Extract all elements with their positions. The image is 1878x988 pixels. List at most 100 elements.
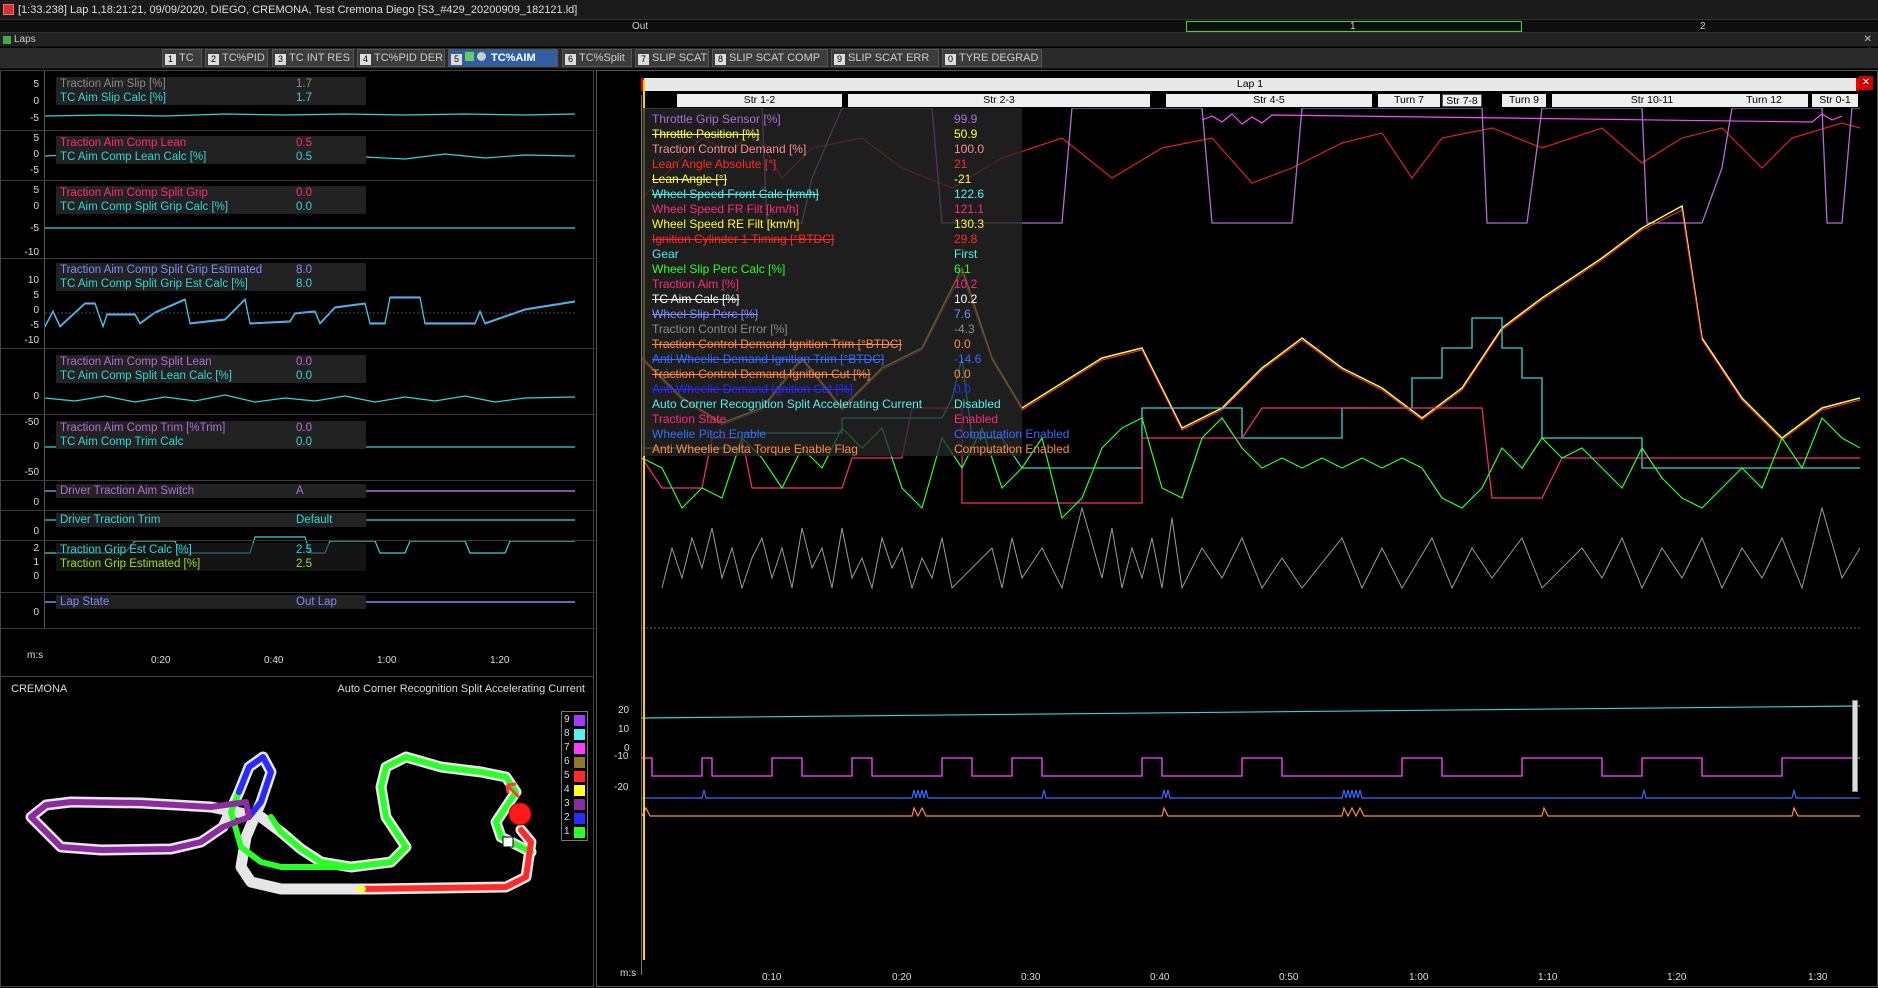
lap-strip[interactable]: Out 1 2 — [0, 20, 1878, 33]
channel-legend[interactable]: Traction Grip Est Calc [%] 2.5 Traction G… — [56, 543, 366, 571]
vertical-zoom-handle[interactable] — [1852, 700, 1858, 792]
y-tick: -5 — [30, 223, 39, 234]
y-tick: 1 — [33, 557, 39, 568]
tab-active-icon — [465, 52, 474, 61]
tab-label: SLIP SCAT ERR — [848, 52, 930, 64]
overlay-row[interactable]: Gear First — [642, 247, 1022, 262]
plot-row-10[interactable]: 0 Lap State Out Lap — [1, 593, 595, 629]
overlay-channel-value: Computation Enabled — [954, 442, 1070, 456]
channel-legend[interactable]: Lap State Out Lap — [56, 595, 366, 609]
y-tick: 10 — [618, 724, 630, 735]
channel-legend[interactable]: Traction Aim Comp Trim [%Trim] 0.0 TC Aim… — [56, 421, 366, 449]
overlay-row[interactable]: Wheelie Pitch Enable Computation Enabled — [642, 427, 1069, 442]
channel-name: Driver Traction Trim — [60, 514, 161, 526]
tab-label: SLIP SCAT — [652, 52, 708, 64]
channel-legend[interactable]: Driver Traction Aim Switch A — [56, 484, 366, 498]
tab-tc-pid-der[interactable]: 4 TC%PID DER — [357, 49, 445, 67]
y-axis: 0 — [1, 593, 45, 628]
overlay-channel-name: Throttle Grip Sensor [%] — [652, 112, 781, 126]
plot-row-7[interactable]: 0 Driver Traction Aim Switch A — [1, 481, 595, 511]
overlay-channel-name: Auto Corner Recognition Split Accelerati… — [652, 397, 923, 411]
tab-label: TC INT RES — [289, 52, 350, 64]
overlay-row[interactable]: Anti Wheelie Delta Torque Enable Flag Com… — [642, 442, 1069, 457]
tab-tc[interactable]: 1 TC — [162, 49, 202, 67]
overlay-channel-value: 10.2 — [954, 292, 978, 306]
plot-row-9[interactable]: 2 1 0 Traction Grip Est Calc [%] 2.5 Tracti… — [1, 541, 595, 593]
channel-legend[interactable]: Traction Aim Slip [%] 1.7 TC Aim Slip Cal… — [56, 77, 366, 105]
laps-bar[interactable]: Laps ✕ — [0, 33, 1878, 47]
legend-number: 4 — [564, 784, 570, 795]
overlay-row[interactable]: Anti Wheelie Demand Ignition Cut [%] 0.0 — [642, 382, 1022, 397]
segment-turn-7[interactable]: Turn 7 — [1378, 94, 1440, 107]
lap-2-label: 2 — [1700, 21, 1706, 32]
segment-str-7-8[interactable]: Str 7-8 — [1442, 94, 1482, 107]
tab-slip-scat-err[interactable]: 9 SLIP SCAT ERR — [831, 49, 939, 67]
channel-name: Traction Aim Comp Trim [%Trim] — [60, 422, 226, 434]
tab-slip-scat[interactable]: 7 SLIP SCAT — [635, 49, 709, 67]
tab-tc-int-res[interactable]: 3 TC INT RES — [272, 49, 354, 67]
plot-row-1[interactable]: 5 0 -5 Traction Aim Slip [%] 1.7 TC Aim Sli… — [1, 71, 595, 131]
plot-row-3[interactable]: 5 0 -5 -10 Traction Aim Comp Split Grip 0.0 … — [1, 181, 595, 259]
track-map-panel[interactable]: CREMONA Auto Corner Recognition Split Ac… — [0, 676, 594, 987]
channel-value-overlay[interactable]: Throttle Grip Sensor [%] 99.9 Throttle Po… — [642, 108, 1069, 457]
overlay-row[interactable]: Wheel Slip Perc Calc [%] 6.1 — [642, 262, 1022, 277]
overlay-row[interactable]: Traction Control Demand Ignition Cut [%]… — [642, 367, 1022, 382]
channel-legend[interactable]: Traction Aim Comp Split Grip 0.0 TC Aim C… — [56, 186, 366, 214]
plot-row-8[interactable]: 0 Driver Traction Trim Default — [1, 511, 595, 541]
tab-number: 5 — [451, 54, 462, 65]
overlay-row[interactable]: Traction Aim [%] 10.2 — [642, 277, 1022, 292]
overlay-row[interactable]: Wheel Speed FR Filt [km/h] 121.1 — [642, 202, 1022, 217]
segment-str-1-2[interactable]: Str 1-2 — [677, 94, 842, 107]
tab-tyre-degrad[interactable]: 0 TYRE DEGRAD — [942, 49, 1042, 67]
overlay-row[interactable]: Wheel Speed RE Filt [km/h] 130.3 — [642, 217, 1022, 232]
overlay-row[interactable]: Throttle Grip Sensor [%] 99.9 — [642, 112, 1022, 127]
left-x-axis: m:s 0:20 0:40 1:00 1:20 — [1, 649, 595, 673]
overlay-row[interactable]: Wheel Slip Perc [%] 7.6 — [642, 307, 1022, 322]
overlay-channel-name: Wheelie Pitch Enable — [652, 427, 767, 441]
segment-str-2-3[interactable]: Str 2-3 — [848, 94, 1150, 107]
left-time-plot-panel[interactable]: 5 0 -5 Traction Aim Slip [%] 1.7 TC Aim Sli… — [0, 70, 595, 680]
legend-entry: 5 — [564, 770, 586, 783]
overlay-channel-name: Anti Wheelie Delta Torque Enable Flag — [652, 442, 858, 456]
overlay-row[interactable]: Throttle Position [%] 50.9 — [642, 127, 1022, 142]
channel-legend[interactable]: Driver Traction Trim Default — [56, 513, 366, 527]
plot-row-6[interactable]: 0 -50 Traction Aim Comp Trim [%Trim] 0.0 T… — [1, 415, 595, 481]
overlay-row[interactable]: Auto Corner Recognition Split Accelerati… — [642, 397, 1022, 412]
overlay-row[interactable]: Traction Control Demand [%] 100.0 — [642, 142, 1022, 157]
segment-turn-12[interactable]: Turn 12 — [1720, 94, 1808, 107]
overlay-row[interactable]: Ignition Cylinder 1 Timing [°BTDC] 29.8 — [642, 232, 1022, 247]
segment-turn-9[interactable]: Turn 9 — [1502, 94, 1546, 107]
channel-legend[interactable]: Traction Aim Comp Split Grip Estimated 8.… — [56, 263, 366, 291]
tab-slip-scat-comp[interactable]: 8 SLIP SCAT COMP — [712, 49, 828, 67]
plot-row-4[interactable]: 10 5 0 -5 -10 Traction Aim Comp Split Grip E… — [1, 259, 595, 349]
close-icon[interactable]: ✕ — [1859, 76, 1873, 90]
overlay-row[interactable]: Traction State Enabled — [642, 412, 1022, 427]
channel-value: 8.0 — [296, 264, 312, 276]
overlay-channel-value: 130.3 — [954, 217, 985, 231]
overlay-row[interactable]: Wheel Speed Front Calc [km/h] 122.6 — [642, 187, 1022, 202]
segment-str-0-1[interactable]: Str 0-1 — [1812, 94, 1858, 107]
segment-str-4-5[interactable]: Str 4-5 — [1166, 94, 1372, 107]
lap-header[interactable]: Lap 1 — [641, 78, 1859, 91]
overlay-row[interactable]: TC Aim Calc [%] 10.2 — [642, 292, 1022, 307]
tab-tc-aim[interactable]: 5 TC%AIM — [448, 49, 558, 67]
overlay-row[interactable]: Traction Control Demand Ignition Trim [°… — [642, 337, 1022, 352]
tab-tc-split[interactable]: 6 TC%Split — [562, 49, 632, 67]
overlay-row[interactable]: Lean Angle Absolute [°] 21 — [642, 157, 1022, 172]
plot-row-2[interactable]: 5 0 -5 Traction Aim Comp Lean 0.5 TC Aim Co… — [1, 131, 595, 181]
overlay-channel-name: Anti Wheelie Demand Ignition Cut [%] — [652, 382, 853, 396]
tab-number: 3 — [275, 54, 286, 65]
overlay-row[interactable]: Anti Wheelie Demand Ignition Trim [°BTDC… — [642, 352, 1022, 367]
channel-legend[interactable]: Traction Aim Comp Split Lean 0.0 TC Aim C… — [56, 355, 366, 383]
overlay-row[interactable]: Lean Angle [°] -21 — [642, 172, 1022, 187]
track-map[interactable] — [1, 677, 595, 988]
plot-row-5[interactable]: 0 -50 Traction Aim Comp Split Lean 0.0 TC … — [1, 349, 595, 428]
close-icon[interactable]: ✕ — [1864, 34, 1872, 46]
overlay-channel-value: 100.0 — [954, 142, 985, 156]
overlay-row[interactable]: Traction Control Error [%] -4.3 — [642, 322, 1022, 337]
overlay-channel-name: Traction State — [652, 412, 727, 426]
tab-tc-pid[interactable]: 2 TC%PID — [205, 49, 268, 67]
channel-legend[interactable]: Traction Aim Comp Lean 0.5 TC Aim Comp Le… — [56, 136, 366, 164]
legend-swatch — [574, 771, 585, 782]
y-tick: -5 — [30, 165, 39, 176]
